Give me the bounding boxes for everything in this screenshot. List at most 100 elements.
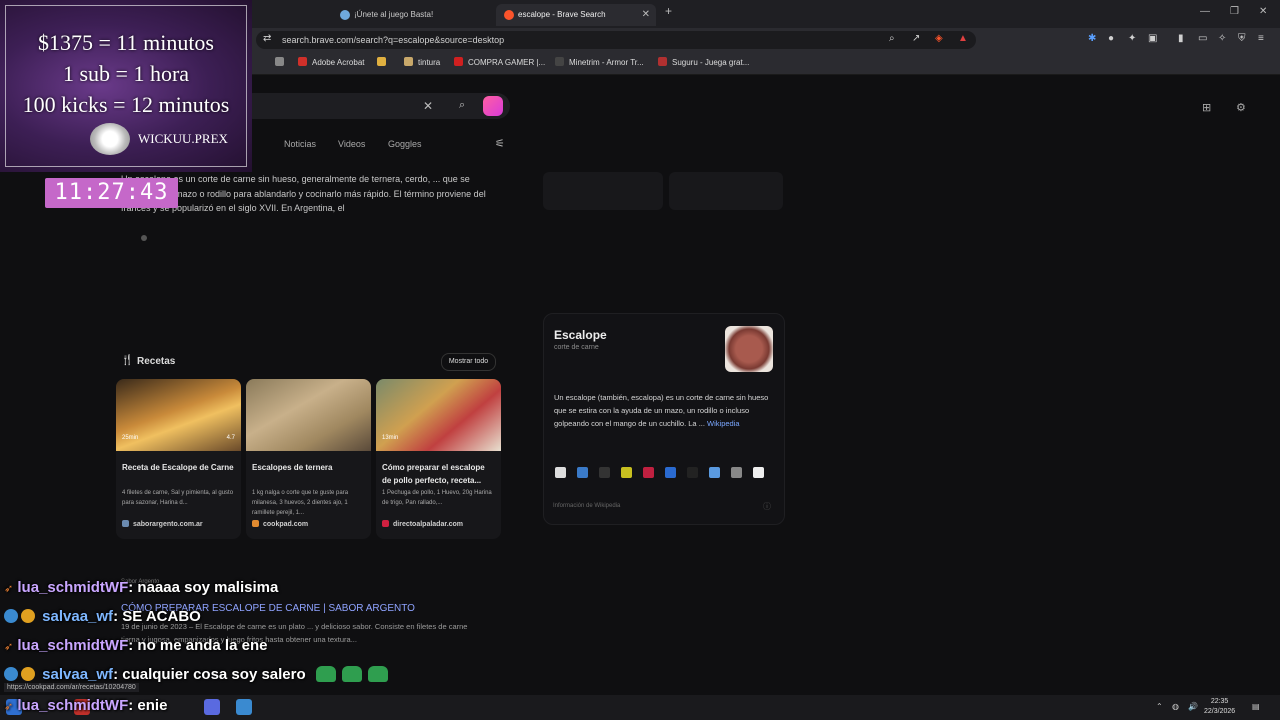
tab-goggles[interactable]: Goggles xyxy=(388,139,422,149)
badge-icon: ➶ xyxy=(4,583,14,595)
loading-dot xyxy=(141,235,147,241)
tab-videos[interactable]: Videos xyxy=(338,139,365,149)
close-window-icon[interactable]: ✕ xyxy=(1259,6,1267,17)
recipe-desc: 4 filetes de carne, Sal y pimienta, al g… xyxy=(122,490,234,506)
taskbar-app-icon[interactable] xyxy=(236,699,252,715)
sub-rate: 1 sub = 1 hora xyxy=(62,61,190,86)
brave-rewards-icon[interactable]: ▲ xyxy=(958,33,968,44)
network-icon[interactable]: ◍ xyxy=(1172,702,1179,711)
source-icon[interactable] xyxy=(577,467,588,478)
source-icon[interactable] xyxy=(621,467,632,478)
source-icon[interactable] xyxy=(687,467,698,478)
brave-icon xyxy=(504,10,514,20)
bookmark-item[interactable]: Adobe Acrobat xyxy=(298,57,364,67)
wallet-icon[interactable]: ▭ xyxy=(1198,33,1207,44)
recipe-card[interactable]: Escalopes de ternera 1 kg nalga o corte … xyxy=(246,379,371,539)
bookmark-item[interactable]: tintura xyxy=(404,57,440,67)
kicks-rate: 100 kicks = 12 minutos xyxy=(22,92,230,117)
recipes-title: Recetas xyxy=(137,356,176,367)
tab-escalope[interactable]: escalope - Brave Search ✕ xyxy=(496,4,656,26)
recipe-rating: 4.7 xyxy=(226,435,235,441)
extension-icon[interactable]: ● xyxy=(1108,33,1114,44)
info-icon[interactable]: ⓘ xyxy=(763,501,771,512)
leo-ai-button[interactable] xyxy=(483,96,503,116)
show-all-button[interactable]: Mostrar todo xyxy=(441,353,496,371)
source-icon[interactable] xyxy=(753,467,764,478)
tab-basta[interactable]: ¡Únete al juego Basta! xyxy=(332,4,492,26)
subathon-timer: 11:27:43 xyxy=(45,178,178,208)
recipe-icon: 🍴 xyxy=(121,355,134,366)
wikipedia-link[interactable]: Wikipedia xyxy=(707,419,740,428)
source-icon[interactable] xyxy=(665,467,676,478)
taskbar xyxy=(0,695,1280,720)
frog-emote-icon xyxy=(315,666,336,682)
source-icon[interactable] xyxy=(643,467,654,478)
knowledge-image[interactable] xyxy=(725,326,773,372)
folder-icon[interactable] xyxy=(275,57,289,67)
recipe-card[interactable]: 25min 4.7 Receta de Escalope de Carne 4 … xyxy=(116,379,241,539)
recipe-title: Cómo preparar el escalope de pollo perfe… xyxy=(382,463,485,485)
wallet-icon[interactable]: ▣ xyxy=(1148,33,1157,44)
recipe-desc: 1 kg nalga o corte que te guste para mil… xyxy=(252,490,349,516)
new-tab-button[interactable]: + xyxy=(665,4,672,18)
recipe-image xyxy=(246,379,371,451)
badge-icon xyxy=(4,667,18,681)
apps-icon[interactable]: ⊞ xyxy=(1202,101,1211,114)
menu-icon[interactable]: ≡ xyxy=(1258,33,1264,44)
tab-noticias[interactable]: Noticias xyxy=(284,139,316,149)
chat-message: ➶ lua_schmidtWF: enie xyxy=(4,697,168,714)
site-info-icon[interactable]: ⇄ xyxy=(263,33,271,44)
leo-icon[interactable]: ✧ xyxy=(1218,33,1226,44)
chevron-up-icon[interactable]: ⌃ xyxy=(1156,702,1163,711)
chat-message: ➶ lua_schmidtWF: naaaa soy malisima xyxy=(4,579,279,596)
sidebar-icon[interactable]: ▮ xyxy=(1178,33,1184,44)
filter-icon[interactable]: ⚟ xyxy=(495,137,505,150)
frog-emote-icon xyxy=(341,666,362,682)
placeholder-card xyxy=(669,172,783,210)
recipe-card[interactable]: 13min Cómo preparar el escalope de pollo… xyxy=(376,379,501,539)
wikipedia-icon[interactable] xyxy=(555,467,566,478)
streamer-name: WICKUU.PREX xyxy=(138,131,228,146)
donation-rate: $1375 = 11 minutos xyxy=(38,30,214,55)
bookmark-item[interactable]: Suguru - Juega grat... xyxy=(658,57,749,67)
recipe-time: 13min xyxy=(382,435,399,441)
badge-icon xyxy=(4,609,18,623)
vpn-icon[interactable]: ⛨ xyxy=(1238,33,1246,44)
url-text[interactable]: search.brave.com/search?q=escalope&sourc… xyxy=(282,35,504,45)
globe-icon xyxy=(340,10,350,20)
tab-title: escalope - Brave Search xyxy=(518,10,606,19)
chat-message: ➶ lua_schmidtWF: no me anda la ene xyxy=(4,637,268,654)
bookmark-item[interactable]: Minetrim - Armor Tr... xyxy=(555,57,644,67)
brave-shields-icon[interactable]: ◈ xyxy=(935,33,943,44)
bookmark-medal-icon[interactable] xyxy=(377,57,391,67)
chat-message: salvaa_wf: SE ACABO xyxy=(4,608,201,625)
share-icon[interactable]: ↗ xyxy=(912,33,920,44)
frog-emote-icon xyxy=(367,666,388,682)
recipe-source[interactable]: directoalpaladar.com xyxy=(382,520,463,528)
badge-icon: ➶ xyxy=(4,641,14,653)
zoom-icon[interactable]: ⌕ xyxy=(889,33,895,44)
recipe-source[interactable]: cookpad.com xyxy=(252,520,308,528)
knowledge-subtitle: corte de carne xyxy=(554,344,599,351)
settings-gear-icon[interactable]: ⚙ xyxy=(1236,101,1246,114)
bookmark-item[interactable]: COMPRA GAMER |... xyxy=(454,57,545,67)
close-tab-icon[interactable]: ✕ xyxy=(642,4,650,26)
minimize-icon[interactable]: — xyxy=(1200,6,1210,17)
knowledge-source-icons xyxy=(555,465,775,483)
knowledge-footer: Información de Wikipedia xyxy=(553,503,621,509)
extension-icon[interactable]: ✱ xyxy=(1088,33,1096,44)
notifications-icon[interactable]: ▤ xyxy=(1252,702,1260,711)
source-icon[interactable] xyxy=(599,467,610,478)
system-clock[interactable]: 22:35 22/3/2026 xyxy=(1204,697,1235,717)
clear-search-icon[interactable]: ✕ xyxy=(423,99,433,113)
recipe-source[interactable]: saborargento.com.ar xyxy=(122,520,203,528)
search-input[interactable] xyxy=(240,93,510,119)
chat-message: salvaa_wf: cualquier cosa soy salero xyxy=(4,666,388,683)
maximize-icon[interactable]: ❐ xyxy=(1230,6,1239,17)
source-icon[interactable] xyxy=(731,467,742,478)
search-icon[interactable]: ⌕ xyxy=(459,99,465,112)
discord-icon[interactable] xyxy=(204,699,220,715)
volume-icon[interactable]: 🔊 xyxy=(1188,702,1198,711)
puzzle-icon[interactable]: ✦ xyxy=(1128,33,1136,44)
source-icon[interactable] xyxy=(709,467,720,478)
